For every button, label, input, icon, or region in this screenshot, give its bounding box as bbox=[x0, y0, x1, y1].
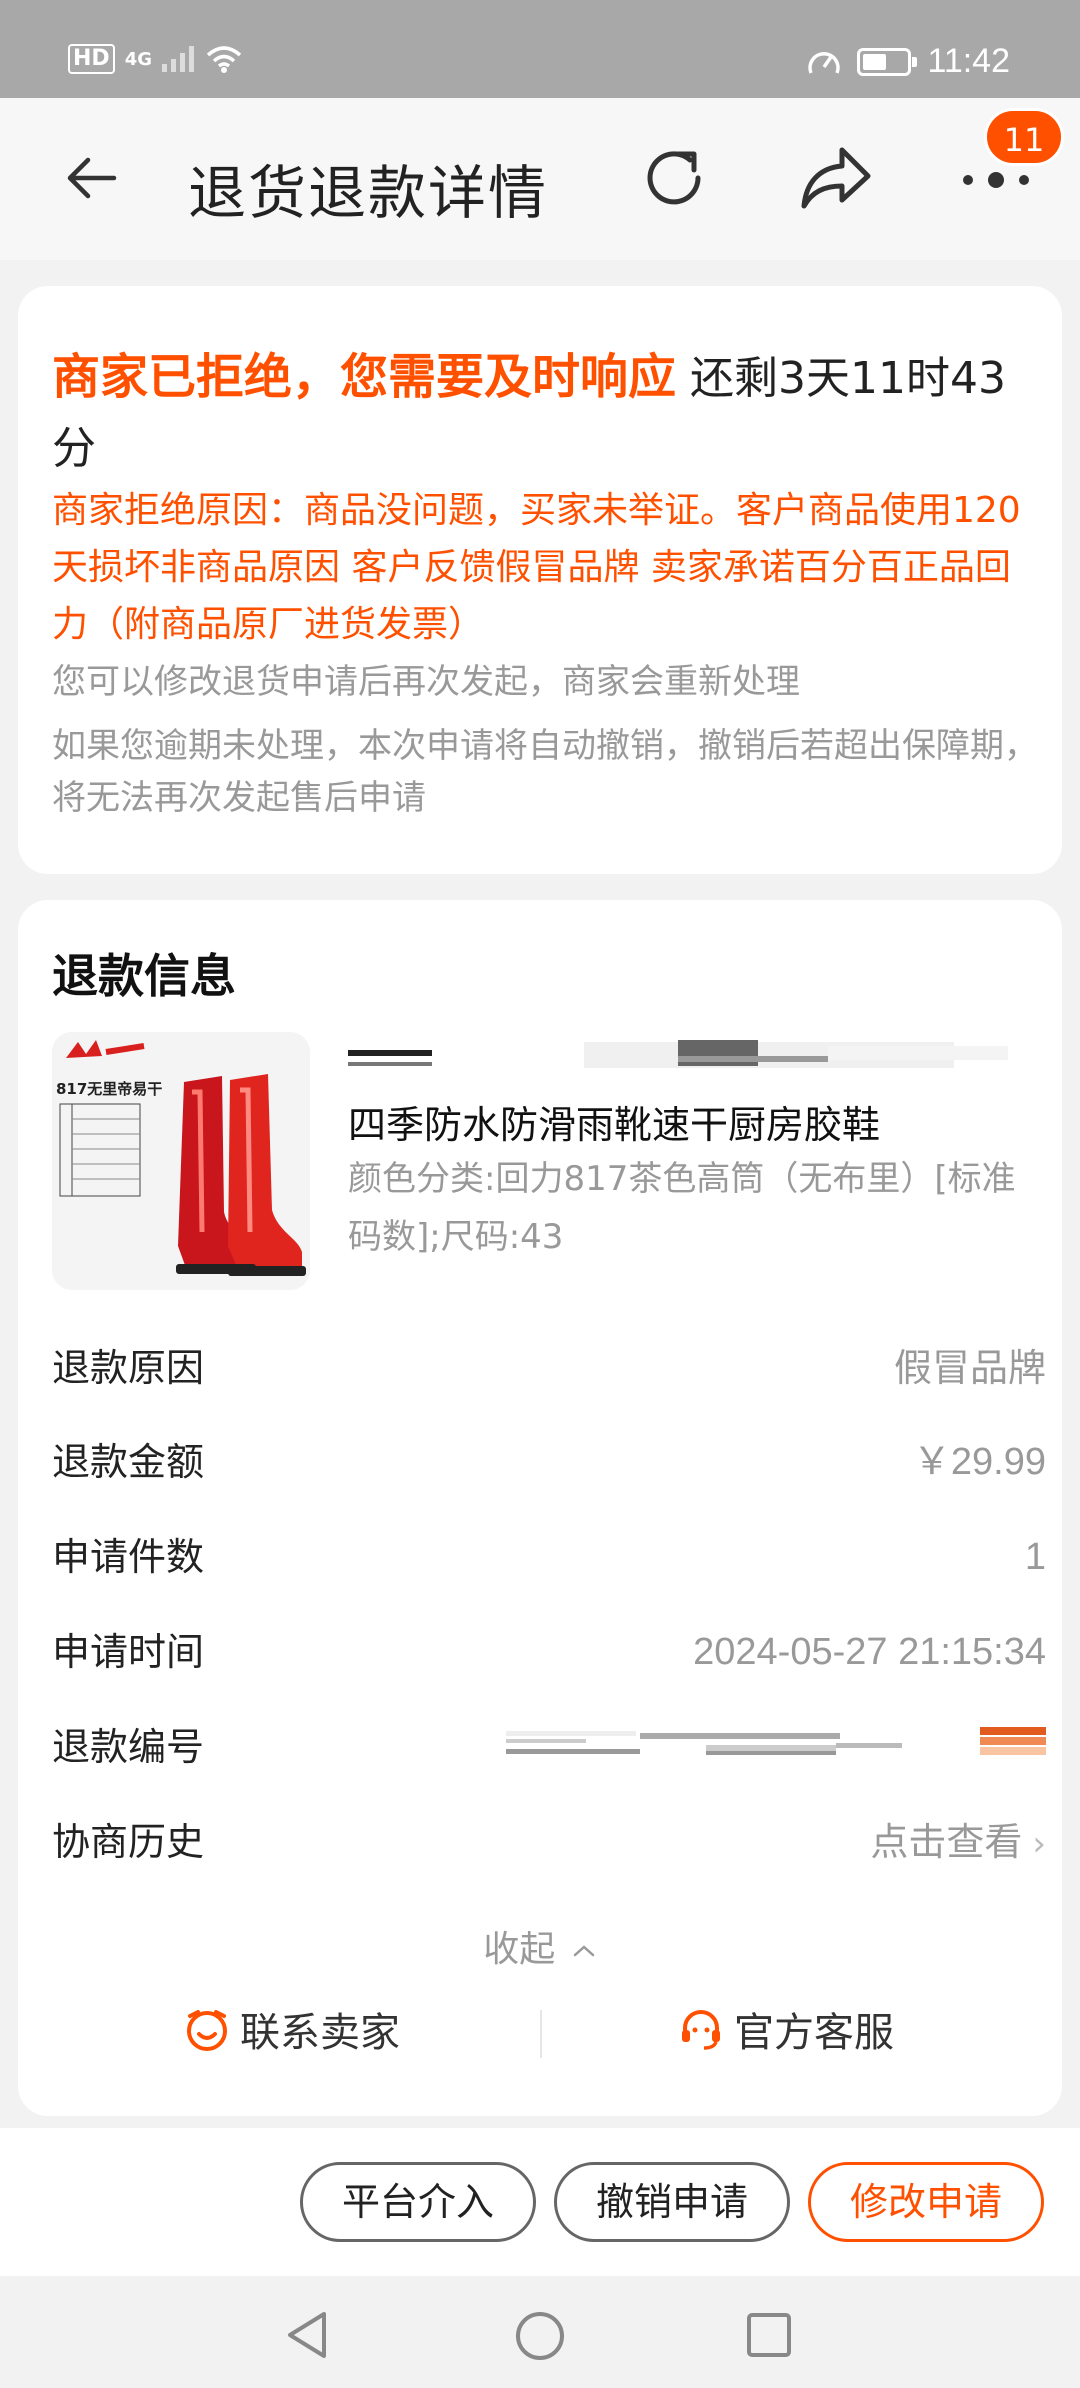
negotiation-history-label: 协商历史 bbox=[52, 1820, 205, 1864]
collapse-toggle[interactable]: 收起 bbox=[18, 1920, 1062, 1972]
nav-back-icon[interactable] bbox=[284, 2310, 330, 2360]
network-indicator: 4G bbox=[124, 48, 152, 70]
refund-reason-row: 退款原因 假冒品牌 bbox=[52, 1338, 1046, 1398]
quantity-value: 1 bbox=[1024, 1536, 1046, 1578]
contact-bar: 联系卖家 官方客服 bbox=[18, 2000, 1062, 2070]
signal-icon bbox=[162, 46, 194, 72]
status-bar: HD 4G 11:42 bbox=[0, 0, 1080, 98]
nav-home-icon[interactable] bbox=[514, 2310, 566, 2362]
cancel-application-button[interactable]: 撤销申请 bbox=[554, 2162, 790, 2242]
refund-status-card: 商家已拒绝，您需要及时响应 还剩3天11时43分 商家拒绝原因：商品没问题，买家… bbox=[18, 286, 1062, 874]
contact-seller-button[interactable]: 联系卖家 bbox=[184, 2000, 400, 2058]
product-image[interactable]: 817无里帝易干 bbox=[52, 1032, 310, 1290]
message-badge: 11 bbox=[984, 108, 1064, 166]
contact-divider bbox=[540, 2010, 542, 2058]
platform-intervene-button[interactable]: 平台介入 bbox=[300, 2162, 536, 2242]
headset-icon bbox=[682, 2010, 720, 2050]
refresh-icon[interactable] bbox=[636, 140, 712, 216]
quantity-label: 申请件数 bbox=[52, 1535, 205, 1579]
chevron-up-icon bbox=[573, 1945, 594, 1957]
wifi-icon bbox=[206, 46, 242, 73]
share-icon[interactable] bbox=[796, 140, 876, 216]
system-nav-bar bbox=[0, 2276, 1080, 2388]
status-right: 11:42 bbox=[807, 42, 1010, 81]
refund-amount-label: 退款金额 bbox=[52, 1440, 205, 1484]
page-title: 退货退款详情 bbox=[188, 159, 549, 227]
status-headline: 商家已拒绝，您需要及时响应 bbox=[52, 349, 677, 405]
redacted-refund-number[interactable] bbox=[506, 1727, 1046, 1767]
contact-seller-label: 联系卖家 bbox=[240, 2010, 400, 2056]
negotiation-history-row[interactable]: 协商历史 点击查看 › bbox=[52, 1812, 1046, 1872]
refund-reason-value: 假冒品牌 bbox=[893, 1346, 1046, 1390]
bottom-action-bar: 平台介入 撤销申请 修改申请 bbox=[0, 2128, 1080, 2276]
official-service-label: 官方客服 bbox=[734, 2010, 894, 2056]
speed-icon bbox=[808, 51, 841, 74]
chevron-right-icon: › bbox=[1032, 1824, 1046, 1864]
apply-time-label: 申请时间 bbox=[52, 1630, 205, 1674]
modify-application-button[interactable]: 修改申请 bbox=[808, 2162, 1044, 2242]
refund-info-card: 退款信息 817无里帝易干 四季防水防滑雨靴速干厨房胶鞋 颜色分类:回力817茶… bbox=[18, 900, 1062, 2116]
refund-reason-label: 退款原因 bbox=[52, 1346, 205, 1390]
refund-number-label: 退款编号 bbox=[52, 1725, 205, 1769]
quantity-row: 申请件数 1 bbox=[52, 1527, 1046, 1587]
top-nav: 退货退款详情 11 bbox=[0, 98, 1080, 260]
product-name[interactable]: 四季防水防滑雨靴速干厨房胶鞋 bbox=[348, 1094, 880, 1149]
battery-fill bbox=[863, 53, 887, 70]
back-arrow-icon[interactable] bbox=[62, 148, 122, 208]
battery-icon bbox=[857, 47, 918, 76]
refund-number-row: 退款编号 bbox=[52, 1717, 1046, 1777]
rain-boots-image: 817无里帝易干 bbox=[52, 1032, 310, 1290]
hd-indicator: HD bbox=[68, 44, 115, 74]
apply-time-row: 申请时间 2024-05-27 21:15:34 bbox=[52, 1622, 1046, 1682]
refund-amount-row: 退款金额 ￥29.99 bbox=[52, 1432, 1046, 1492]
status-headline-block: 商家已拒绝，您需要及时响应 还剩3天11时43分 bbox=[52, 342, 1042, 484]
product-image-caption: 817无里帝易干 bbox=[56, 1080, 162, 1098]
modify-hint: 您可以修改退货申请后再次发起，商家会重新处理 bbox=[52, 662, 800, 702]
view-history-link[interactable]: 点击查看 › bbox=[870, 1812, 1046, 1874]
collapse-label: 收起 bbox=[483, 1929, 556, 1970]
seller-chat-icon bbox=[187, 2010, 227, 2051]
status-left: HD 4G bbox=[68, 44, 242, 74]
product-spec: 颜色分类:回力817茶色高筒（无布里）[标准码数];尺码:43 bbox=[348, 1159, 1016, 1257]
redacted-shop-name bbox=[348, 1040, 1008, 1068]
refund-amount-value: ￥29.99 bbox=[912, 1441, 1046, 1483]
apply-time-value: 2024-05-27 21:15:34 bbox=[693, 1631, 1046, 1673]
section-title: 退款信息 bbox=[52, 949, 236, 1003]
reject-reason: 商家拒绝原因：商品没问题，买家未举证。客户商品使用120天损坏非商品原因 客户反… bbox=[52, 490, 1021, 645]
clock: 11:42 bbox=[927, 42, 1010, 80]
nav-recents-icon[interactable] bbox=[746, 2312, 792, 2358]
view-history-text: 点击查看 bbox=[870, 1820, 1023, 1864]
overdue-hint: 如果您逾期未处理，本次申请将自动撤销，撤销后若超出保障期，将无法再次发起售后申请 bbox=[52, 726, 1038, 818]
more-icon[interactable] bbox=[960, 168, 1032, 192]
official-service-button[interactable]: 官方客服 bbox=[678, 2000, 894, 2058]
